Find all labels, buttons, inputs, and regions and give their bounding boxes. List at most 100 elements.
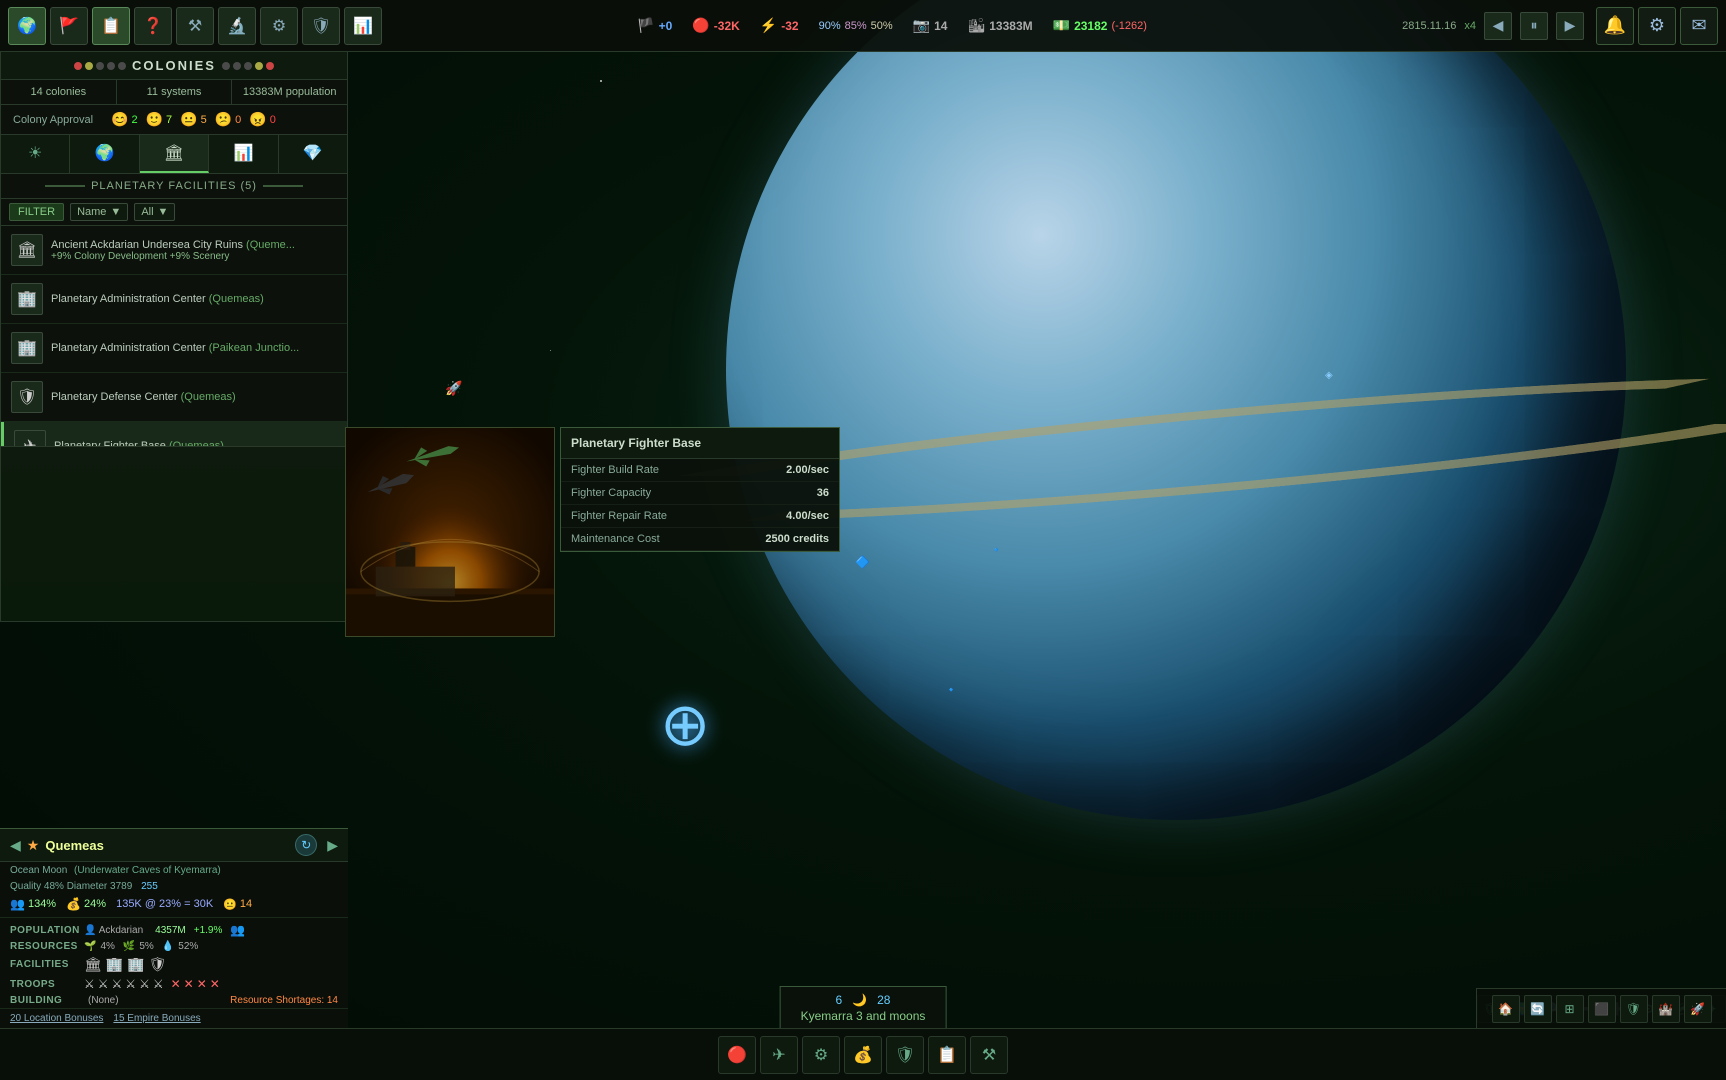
nav-pause-btn[interactable]: ⏸ — [1520, 12, 1548, 40]
bb-fleet-btn[interactable]: ⚙ — [802, 1036, 840, 1074]
empire-bonuses[interactable]: 15 Empire Bonuses — [113, 1013, 200, 1024]
nav-prev-btn[interactable]: ◀ — [1484, 12, 1512, 40]
minimap2-btn-6[interactable]: 🏰 — [1652, 995, 1680, 1023]
colony-subtitle-text: (Underwater Caves of Kyemarra) — [74, 865, 221, 876]
tooltip-moon-icon: 🌙 — [852, 993, 867, 1007]
approval-count-5: 0 — [270, 114, 276, 126]
facility-item-fighter-base[interactable]: ✈ Planetary Fighter Base (Quemeas) — [1, 422, 347, 446]
toolbar-btn-settings[interactable]: ⚙ — [260, 7, 298, 45]
building-label: BUILDING — [10, 995, 80, 1006]
bullet-label: 50% — [871, 20, 893, 32]
colony-prev-arrow[interactable]: ◀ — [10, 837, 21, 854]
notification-btn[interactable]: 🔔 — [1596, 7, 1634, 45]
colony-stats-bar: 14 colonies 11 systems 13383M population — [1, 80, 347, 105]
minimap2-btn-5[interactable]: 🛡 — [1620, 995, 1648, 1023]
filter-name-arrow: ▼ — [110, 206, 121, 218]
troop-5: ⚔ — [139, 977, 150, 991]
colony-name: Quemeas — [45, 838, 104, 853]
tab-charts[interactable]: 📊 — [209, 135, 278, 173]
resources-row: RESOURCES 🌱 4% 🌿 5% 💧 52% — [0, 939, 348, 954]
dot-red-1 — [74, 62, 82, 70]
capacity-val: 36 — [817, 487, 829, 499]
bb-ships-btn[interactable]: ✈ — [760, 1036, 798, 1074]
ship-2[interactable]: 🔷 — [855, 555, 870, 569]
bonus-row: 20 Location Bonuses 15 Empire Bonuses — [0, 1008, 348, 1028]
location-bonuses[interactable]: 20 Location Bonuses — [10, 1013, 103, 1024]
tab-facilities[interactable]: 🏛 — [140, 135, 209, 173]
tooltip-row-build-rate: Fighter Build Rate 2.00/sec — [561, 459, 839, 482]
troop-4: ⚔ — [125, 977, 136, 991]
colony-refresh-btn[interactable]: ↻ — [295, 834, 317, 856]
nav-next-btn[interactable]: ▶ — [1556, 12, 1584, 40]
tab-overview[interactable]: ☀ — [1, 135, 70, 173]
space-station[interactable]: ⊕ — [660, 690, 710, 760]
filter-name-dropdown[interactable]: Name ▼ — [70, 203, 128, 221]
stat-camera: 📷 14 — [913, 17, 948, 34]
bb-economy-btn[interactable]: 💰 — [844, 1036, 882, 1074]
troop-enemy-1: ✕ — [171, 977, 181, 991]
mail-btn[interactable]: ✉ — [1680, 7, 1718, 45]
colony-diameter-val: 3789 — [110, 881, 132, 892]
ship-4[interactable]: ◈ — [1325, 370, 1333, 381]
population-tab[interactable]: 13383M population — [232, 80, 347, 104]
population-race: 👤 Ackdarian — [84, 925, 143, 936]
toolbar-btn-flag[interactable]: 🚩 — [50, 7, 88, 45]
toolbar-btn-stats[interactable]: 📊 — [344, 7, 382, 45]
colony-defense-val: 255 — [141, 881, 158, 892]
toolbar-btn-map[interactable]: 🌍 — [8, 7, 46, 45]
options-btn[interactable]: ⚙ — [1638, 7, 1676, 45]
facility-item-ruins[interactable]: 🏛 Ancient Ackdarian Undersea City Ruins … — [1, 226, 347, 275]
toolbar-btn-build[interactable]: ⚒ — [176, 7, 214, 45]
tooltip-row-capacity: Fighter Capacity 36 — [561, 482, 839, 505]
shortages-val: Resource Shortages: 14 — [230, 995, 338, 1006]
facility-name-defense: Planetary Defense Center (Quemeas) — [51, 391, 337, 403]
colony-quality-info: Quality 48% Diameter 3789 255 — [0, 879, 348, 894]
total-credits-val: 23182 — [1074, 19, 1107, 33]
facility-name-admin2: Planetary Administration Center (Paikean… — [51, 342, 337, 354]
pf-deco-left — [45, 185, 85, 187]
title-dots-right — [222, 62, 274, 70]
toolbar-btn-defense[interactable]: 🛡 — [302, 7, 340, 45]
facility-name-ruins: Ancient Ackdarian Undersea City Ruins (Q… — [51, 239, 337, 251]
toolbar-btn-colonies[interactable]: 📋 — [92, 7, 130, 45]
bb-defense-btn[interactable]: 🛡 — [886, 1036, 924, 1074]
toolbar-btn-help[interactable]: ❓ — [134, 7, 172, 45]
facilities-header: PLANETARY FACILITIES (5) — [1, 174, 347, 199]
approval-count-1: 2 — [131, 114, 137, 126]
bb-research-btn[interactable]: ⚒ — [970, 1036, 1008, 1074]
colony-primary-stats: 👥 134% 💰 24% 135K @ 23% = 30K 😐 14 — [0, 894, 348, 914]
facility-icon-3: 🏢 — [127, 956, 144, 973]
ship-1[interactable]: 🚀 — [445, 380, 462, 397]
colony-view-tabs: ☀ 🌍 🏛 📊 💎 — [1, 135, 347, 174]
minimap2-btn-7[interactable]: 🚀 — [1684, 995, 1712, 1023]
ship-5[interactable]: 🔹 — [945, 685, 957, 696]
tooltip-row-repair-rate: Fighter Repair Rate 4.00/sec — [561, 505, 839, 528]
face-angry: 😠 — [249, 111, 266, 128]
bb-diplomacy-btn[interactable]: 📋 — [928, 1036, 966, 1074]
dot-gray-4 — [222, 62, 230, 70]
facilities-row: FACILITIES 🏛 🏢 🏢 🛡 — [0, 954, 348, 975]
approval-item-5: 😠 0 — [249, 111, 276, 128]
filter-all-dropdown[interactable]: All ▼ — [134, 203, 175, 221]
tab-resources[interactable]: 💎 — [279, 135, 347, 173]
dot-yellow-2 — [255, 62, 263, 70]
dot-gray-2 — [107, 62, 115, 70]
colonies-tab[interactable]: 14 colonies — [1, 80, 117, 104]
facility-item-defense[interactable]: 🛡 Planetary Defense Center (Quemeas) — [1, 373, 347, 422]
colony-next-arrow[interactable]: ▶ — [327, 837, 338, 854]
tab-planet[interactable]: 🌍 — [70, 135, 139, 173]
ship-3[interactable]: 🔹 — [990, 545, 1002, 556]
facility-item-admin2[interactable]: 🏢 Planetary Administration Center (Paike… — [1, 324, 347, 373]
minimap-bar-2: 🏠 🔄 ⊞ ⬛ 🛡 🏰 🚀 — [1476, 988, 1726, 1028]
approval-count-3: 5 — [201, 114, 207, 126]
toolbar-btn-research[interactable]: 🔬 — [218, 7, 256, 45]
race-icon: 👤 — [84, 925, 96, 936]
bb-alert-btn[interactable]: 🔴 — [718, 1036, 756, 1074]
minimap2-btn-2[interactable]: 🔄 — [1524, 995, 1552, 1023]
systems-tab[interactable]: 11 systems — [117, 80, 233, 104]
population-label: POPULATION — [10, 925, 80, 936]
facility-item-admin1[interactable]: 🏢 Planetary Administration Center (Queme… — [1, 275, 347, 324]
minimap2-btn-3[interactable]: ⊞ — [1556, 995, 1584, 1023]
minimap2-btn-1[interactable]: 🏠 — [1492, 995, 1520, 1023]
minimap2-btn-4[interactable]: ⬛ — [1588, 995, 1616, 1023]
